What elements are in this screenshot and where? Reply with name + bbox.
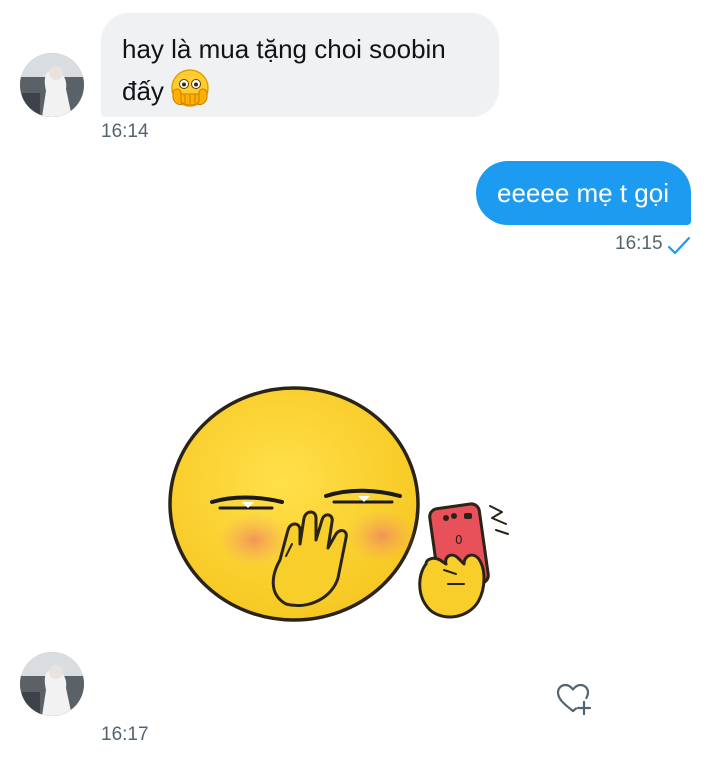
message-timestamp: 16:15 (615, 233, 663, 254)
read-check-icon (667, 235, 691, 262)
avatar[interactable] (20, 53, 84, 117)
face-with-open-eyes-and-hand-over-mouth-emoji (170, 68, 210, 118)
message-text: eeeee mẹ t gọi (496, 178, 669, 208)
sticker[interactable]: 0 (168, 378, 528, 645)
message-timestamp: 16:14 (101, 121, 149, 142)
heart-plus-icon[interactable] (554, 680, 592, 718)
svg-text:0: 0 (455, 533, 463, 547)
avatar[interactable] (20, 652, 84, 716)
message-timestamp: 16:17 (101, 724, 149, 745)
incoming-message-bubble[interactable]: hay là mua tặng choi soobin đấy (101, 13, 499, 117)
outgoing-message-bubble[interactable]: eeeee mẹ t gọi (475, 161, 691, 225)
